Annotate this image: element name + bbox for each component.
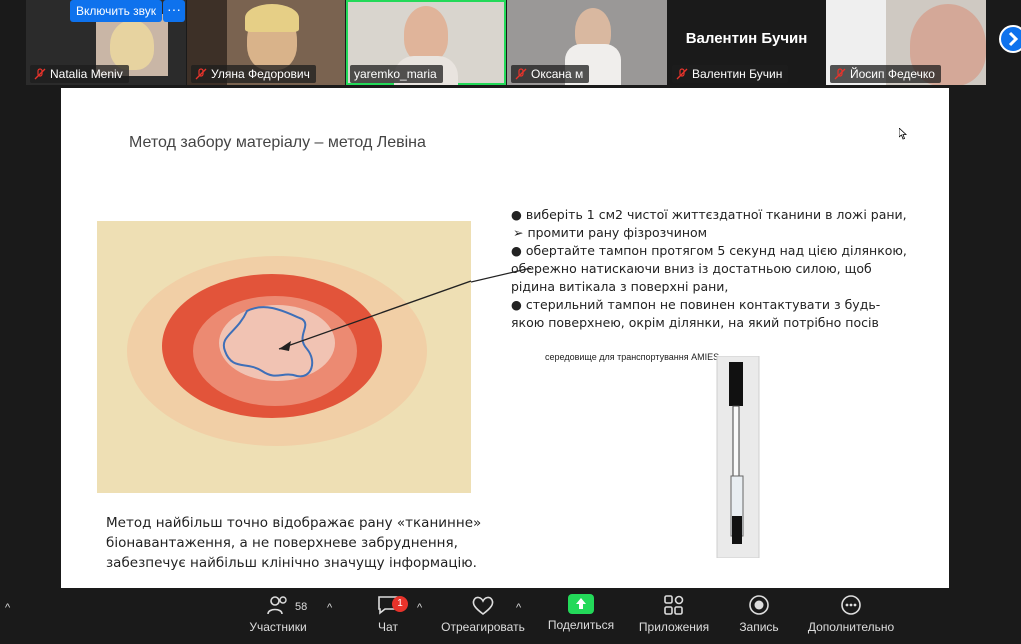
apps-label: Приложения	[638, 620, 710, 634]
participants-count: 58	[295, 601, 308, 613]
participant-tile[interactable]: Уляна Федорович	[187, 0, 345, 85]
participant-tile[interactable]: Оксана м	[507, 0, 667, 85]
apps-button[interactable]: Приложения	[636, 594, 712, 634]
slide-title: Метод забору матеріалу – метод Левіна	[129, 134, 426, 151]
chat-label: Чат	[378, 620, 398, 634]
more-icon	[841, 595, 861, 615]
more-label: Дополнительно	[807, 620, 895, 634]
cursor-icon	[899, 128, 907, 140]
share-label: Поделиться	[547, 618, 615, 632]
instruction-item: ● обертайте тампон протягом 5 секунд над…	[511, 243, 907, 294]
react-label: Отреагировать	[441, 620, 525, 634]
muted-mic-icon	[676, 68, 688, 80]
tile-more-button[interactable]: ···	[163, 0, 185, 22]
chat-caret[interactable]: ^	[417, 602, 422, 614]
react-caret[interactable]: ^	[516, 602, 521, 614]
participants-caret[interactable]: ^	[327, 602, 332, 614]
participant-tile-speaking[interactable]: yaremko_maria	[346, 0, 506, 85]
record-button[interactable]: Запись	[736, 594, 782, 634]
amies-caption: середовище для транспортування AMIES	[545, 352, 720, 362]
participant-name: yaremko_maria	[350, 65, 443, 83]
instruction-item: ● виберіть 1 см2 чистої життєздатної тка…	[511, 207, 907, 222]
participant-name: Валентин Бучин	[672, 65, 789, 83]
participant-tile[interactable]: Валентин Бучин Валентин Бучин	[668, 0, 825, 85]
wound-image	[97, 221, 471, 493]
muted-mic-icon	[34, 68, 46, 80]
participant-name: Уляна Федорович	[191, 65, 316, 83]
swab-tube-image	[716, 356, 760, 558]
muted-mic-icon	[195, 68, 207, 80]
participant-name: Natalia Meniv	[30, 65, 129, 83]
share-icon	[568, 594, 594, 614]
react-button[interactable]: Отреагировать	[440, 594, 526, 634]
more-button[interactable]: Дополнительно	[805, 594, 897, 634]
record-icon	[749, 595, 769, 615]
chat-unread-badge: 1	[392, 596, 408, 612]
instruction-item: ● стерильний тампон не повинен контактув…	[511, 297, 881, 330]
participant-big-name: Валентин Бучин	[685, 30, 808, 47]
chevron-right-icon	[1008, 31, 1019, 47]
unmute-button[interactable]: Включить звук	[70, 0, 163, 22]
participants-icon	[267, 596, 287, 615]
meeting-toolbar: ^ Участники 58 ^ Чат 1 ^ Отреагировать ^…	[0, 588, 1021, 644]
muted-mic-icon	[515, 68, 527, 80]
instruction-item: ➢ промити рану фізрозчином	[513, 225, 708, 240]
participants-label: Участники	[249, 620, 307, 634]
instructions-list: ● виберіть 1 см2 чистої життєздатної тка…	[511, 206, 911, 332]
heart-icon	[472, 596, 494, 616]
participant-tile[interactable]: Йосип Федечко	[826, 0, 986, 85]
apps-icon	[664, 595, 684, 615]
conclusion-text: Метод найбільш точно відображає рану «тк…	[106, 515, 482, 571]
participant-strip: Natalia Meniv Включить звук ··· Уляна Фе…	[0, 0, 1021, 88]
share-screen-button[interactable]: Поделиться	[546, 594, 616, 632]
record-label: Запись	[739, 620, 779, 634]
participants-button[interactable]: Участники	[249, 594, 307, 634]
participant-name: Оксана м	[511, 65, 590, 83]
next-page-button[interactable]	[999, 25, 1021, 53]
muted-mic-icon	[834, 68, 846, 80]
shared-screen-slide: Метод забору матеріалу – метод Левіна ● …	[61, 88, 949, 588]
participant-name: Йосип Федечко	[830, 65, 941, 83]
audio-options-caret[interactable]: ^	[5, 602, 10, 614]
